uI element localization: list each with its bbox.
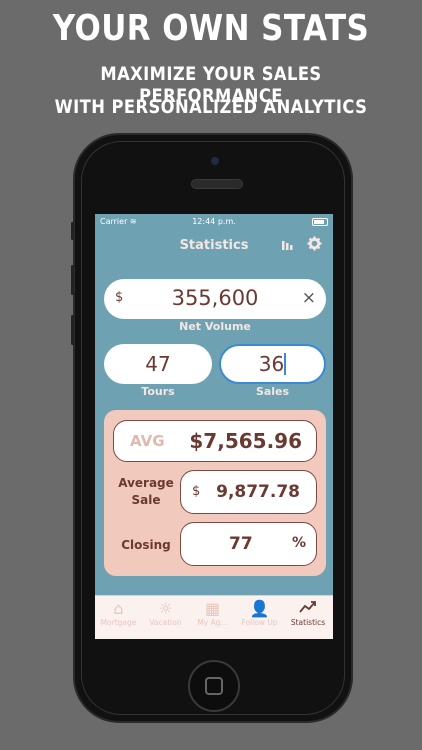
closing-label: Closing	[121, 538, 171, 552]
closing-percent-unit: %	[291, 535, 306, 551]
avg-value: $7,565.96	[189, 429, 302, 453]
tours-field[interactable]: 47	[104, 344, 212, 384]
clear-icon[interactable]: ×	[302, 288, 316, 308]
promo-headline: YOUR OWN STATS	[52, 8, 370, 49]
home-button-square-icon	[205, 677, 223, 695]
battery-icon	[312, 218, 328, 226]
tab-mortgage[interactable]: ⌂ Mortgage	[95, 599, 142, 628]
average-sale-field: $ 9,877.78	[180, 470, 317, 514]
app-screen: Carrier ≋ 12:44 p.m. Statistics $ 355,60…	[95, 214, 333, 639]
tab-follow-up[interactable]: 👤 Follow Up	[236, 599, 283, 628]
stats-card: AVG $7,565.96 Average Sale $ 9,877.78 Cl…	[104, 410, 326, 576]
add-person-icon: 👤	[249, 599, 270, 618]
avg-label: AVG	[130, 432, 165, 450]
closing-field: 77 %	[180, 522, 317, 566]
avg-field: AVG $7,565.96	[113, 420, 317, 462]
page-title: Statistics	[179, 238, 249, 253]
net-volume-value: 355,600	[171, 286, 259, 310]
bar-chart-icon[interactable]	[281, 238, 294, 255]
home-button[interactable]	[188, 660, 240, 712]
tours-value: 47	[145, 352, 171, 376]
tab-bar: ⌂ Mortgage ☼ Vacation ▦ My Ag... 👤 Follo…	[95, 595, 333, 639]
average-sale-label: Average Sale	[118, 476, 174, 507]
earpiece-speaker	[191, 179, 243, 189]
promo-subheadline-2: WITH PERSONALIZED ANALYTICS	[54, 96, 368, 118]
tab-statistics[interactable]: Statistics	[283, 600, 333, 627]
average-sale-currency: $	[192, 484, 201, 499]
status-time: 12:44 p.m.	[192, 217, 236, 226]
front-camera	[211, 157, 219, 165]
net-volume-field[interactable]: $ 355,600 ×	[104, 279, 326, 319]
sun-icon: ☼	[158, 599, 173, 618]
calendar-icon: ▦	[204, 599, 221, 618]
volume-down-button	[71, 315, 74, 345]
tab-my-agenda[interactable]: ▦ My Ag...	[189, 599, 236, 628]
net-volume-label: Net Volume	[179, 320, 251, 333]
status-bar: Carrier ≋ 12:44 p.m.	[95, 214, 333, 228]
trend-chart-icon	[283, 600, 333, 618]
text-cursor	[284, 353, 287, 375]
tab-vacation[interactable]: ☼ Vacation	[142, 599, 189, 628]
volume-up-button	[71, 265, 74, 295]
sales-field[interactable]: 36	[219, 344, 326, 384]
tours-label: Tours	[141, 385, 175, 398]
sales-label: Sales	[255, 385, 290, 398]
house-icon: ⌂	[113, 599, 124, 618]
gear-icon[interactable]	[307, 236, 322, 255]
mute-switch	[71, 222, 74, 240]
closing-value: 77	[229, 534, 253, 554]
sales-value: 36	[258, 352, 287, 376]
average-sale-value: 9,877.78	[216, 482, 300, 502]
